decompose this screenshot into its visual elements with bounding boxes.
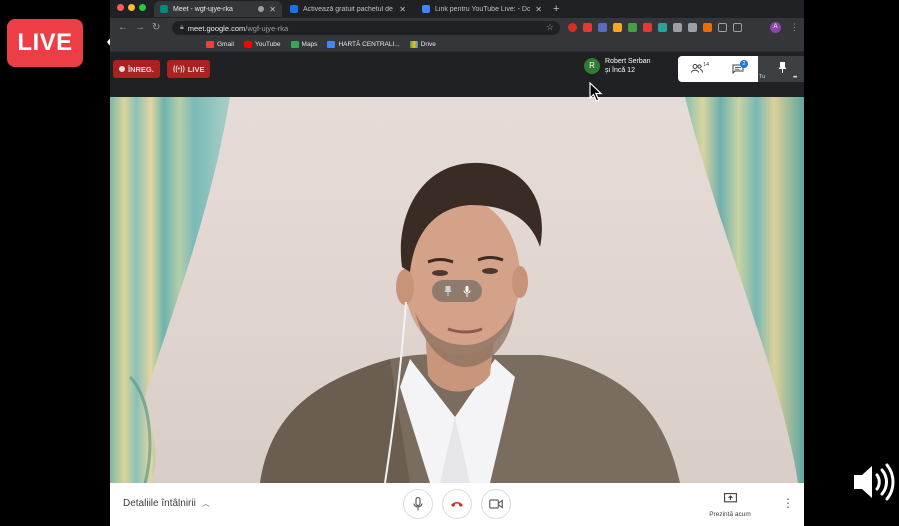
speaker-others: și încă 12 [605,67,635,74]
maximize-window-button[interactable] [139,4,146,11]
chat-badge: 2 [740,60,748,68]
tab-meet[interactable]: Meet - wgf-ujye-rka ✕ [154,1,282,17]
close-tab-icon[interactable]: ✕ [269,5,276,14]
bookmark-drive[interactable]: Drive [409,41,436,48]
new-tab-button[interactable]: + [553,1,559,17]
meet-top-bar: ÎNREG. ((•)) LIVE R Robert Serban și înc… [110,52,804,97]
browser-menu-icon[interactable]: ⋮ [790,21,799,33]
camera-toggle-button[interactable] [481,489,511,519]
extension-icon[interactable] [643,23,652,32]
present-screen-icon [723,493,737,503]
speaker-name: Robert Serban [605,58,651,65]
maps-icon [290,41,299,48]
gmail-icon [206,41,214,48]
meet-side-buttons: 14 2 [678,56,758,82]
microphone-icon [463,285,470,297]
microphone-icon [413,497,423,511]
recording-dot-icon [258,6,265,12]
speaker-avatar: R [584,58,600,74]
extension-icon[interactable] [658,23,667,32]
tab-docs[interactable]: Link pentru YouTube Live: - Do… ✕ [416,1,548,17]
self-label: Tu [759,74,766,80]
youtube-icon [243,41,252,48]
tab-label: Activează gratuit pachetul de l… [303,5,395,13]
azure-icon [290,5,298,13]
browser-toolbar: ← → ↻ 🔒︎ meet.google.com/wgf-ujye-rka ☆ [110,18,804,38]
livestream-frame: LIVE 383 Meet - wgf-ujye-rka ✕ Activează… [0,0,899,526]
extension-icon[interactable] [598,23,607,32]
meeting-details-button[interactable]: Detaliile întâlnirii ︿ [123,498,210,509]
more-options-icon[interactable]: ••• [793,75,797,81]
pin-icon [778,62,787,73]
present-now-button[interactable]: Prezintă acum [704,491,756,518]
forward-arrow-icon[interactable]: → [135,21,145,35]
more-options-icon[interactable]: ⋮ [782,497,794,509]
record-dot-icon [119,66,125,72]
extension-icon[interactable] [628,23,637,32]
tab-label: Meet - wgf-ujye-rka [173,5,233,13]
minimize-window-button[interactable] [128,4,135,11]
address-bar[interactable]: 🔒︎ meet.google.com/wgf-ujye-rka ☆ [172,21,560,35]
video-camera-icon [489,499,503,509]
tab-azure[interactable]: Activează gratuit pachetul de l… ✕ [284,1,412,17]
mic-status-overlay [432,280,482,302]
live-indicator: ((•)) LIVE [167,60,211,78]
map-bookmark-icon [327,41,336,48]
extension-icon[interactable] [613,23,622,32]
meet-control-bar: Detaliile întâlnirii ︿ Prezintă acum ⋮ [110,483,804,526]
bookmark-harta[interactable]: HARTĂ CENTRALI... [327,41,400,48]
extension-icon[interactable] [688,23,697,32]
bookmark-maps[interactable]: Maps [290,41,317,48]
chevron-up-icon: ︿ [201,499,210,508]
close-tab-icon[interactable]: ✕ [399,5,406,14]
speaker-volume-icon[interactable] [851,460,895,504]
close-window-button[interactable] [117,4,124,11]
google-meet-icon [160,5,168,13]
recording-indicator: ÎNREG. [113,60,160,78]
bookmark-gmail[interactable]: Gmail [206,41,234,48]
participant-video [110,97,804,483]
drive-icon [409,41,418,48]
meeting-details-label: Detaliile întâlnirii [123,498,196,509]
self-preview-tile[interactable]: Tu ••• [758,56,804,82]
browser-window: Meet - wgf-ujye-rka ✕ Activează gratuit … [110,0,804,526]
url-text: meet.google.com/wgf-ujye-rka [187,23,289,33]
reload-icon[interactable]: ↻ [152,21,160,35]
close-tab-icon[interactable]: ✕ [535,5,542,14]
bookmark-star-icon[interactable]: ☆ [546,22,554,33]
hang-up-icon [451,502,463,507]
tab-strip: Meet - wgf-ujye-rka ✕ Activează gratuit … [110,0,804,18]
live-badge: LIVE [7,19,83,67]
microphone-toggle-button[interactable] [403,489,433,519]
mouse-cursor-icon [589,82,603,102]
extension-icon[interactable] [673,23,682,32]
present-now-label: Prezintă acum [709,511,751,518]
leave-call-button[interactable] [442,489,472,519]
broadcast-icon: ((•)) [173,65,185,73]
profile-avatar[interactable]: A [770,22,781,33]
extension-icon[interactable] [568,23,577,32]
google-docs-icon [422,5,430,13]
bookmarks-bar: Gmail YouTube Maps HARTĂ CENTRALI... Dri… [110,38,804,52]
cast-icon[interactable] [718,23,727,32]
participants-count: 14 [703,62,710,68]
window-icon[interactable] [733,23,742,32]
extension-icon[interactable] [703,23,712,32]
active-speaker: R Robert Serban și încă 12 [584,57,651,75]
extension-icon[interactable] [583,23,592,32]
back-arrow-icon[interactable]: ← [118,21,128,35]
pin-icon [443,286,452,296]
tab-label: Link pentru YouTube Live: - Do… [435,5,531,13]
bookmark-youtube[interactable]: YouTube [243,41,281,48]
lock-icon: 🔒︎ [180,24,184,31]
people-icon [691,64,703,73]
extensions-bar [568,23,742,32]
